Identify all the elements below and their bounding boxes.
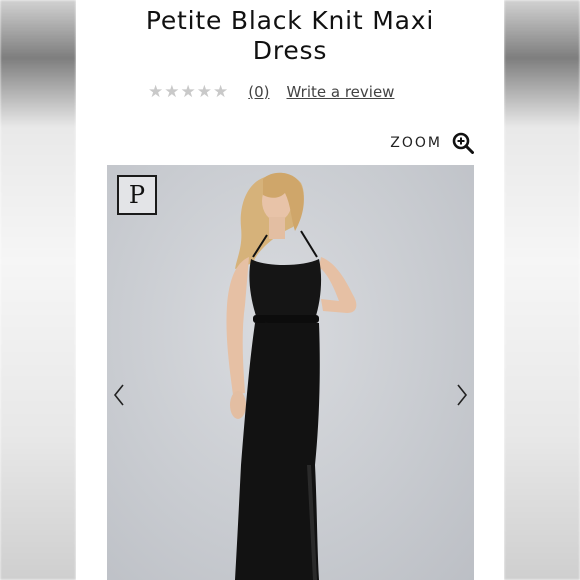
product-title: Petite Black Knit Maxi Dress xyxy=(76,6,504,66)
rating-row: ★ ★ ★ ★ ★ (0) Write a review xyxy=(148,81,394,103)
blurred-background-left xyxy=(0,0,76,580)
petite-badge: P xyxy=(117,175,157,215)
product-title-line-1: Petite Black Knit Maxi xyxy=(145,6,435,35)
product-title-line-2: Dress xyxy=(252,36,328,65)
star-icon: ★ xyxy=(164,82,180,102)
chevron-right-icon[interactable] xyxy=(455,383,469,407)
star-rating: ★ ★ ★ ★ ★ xyxy=(148,82,228,102)
zoom-button[interactable]: ZOOM xyxy=(390,132,474,154)
product-panel: Petite Black Knit Maxi Dress ★ ★ ★ ★ ★ (… xyxy=(76,0,504,580)
write-review-link[interactable]: Write a review xyxy=(287,83,395,101)
product-image-gallery[interactable]: P xyxy=(107,165,474,580)
zoom-label: ZOOM xyxy=(390,135,442,151)
star-icon: ★ xyxy=(180,82,196,102)
star-icon: ★ xyxy=(148,82,164,102)
review-count-link[interactable]: (0) xyxy=(248,83,269,101)
blurred-background-right xyxy=(504,0,580,580)
zoom-in-icon[interactable] xyxy=(452,132,474,154)
chevron-left-icon[interactable] xyxy=(112,383,126,407)
model-photo xyxy=(226,172,357,580)
star-icon: ★ xyxy=(196,82,212,102)
star-icon: ★ xyxy=(213,82,229,102)
